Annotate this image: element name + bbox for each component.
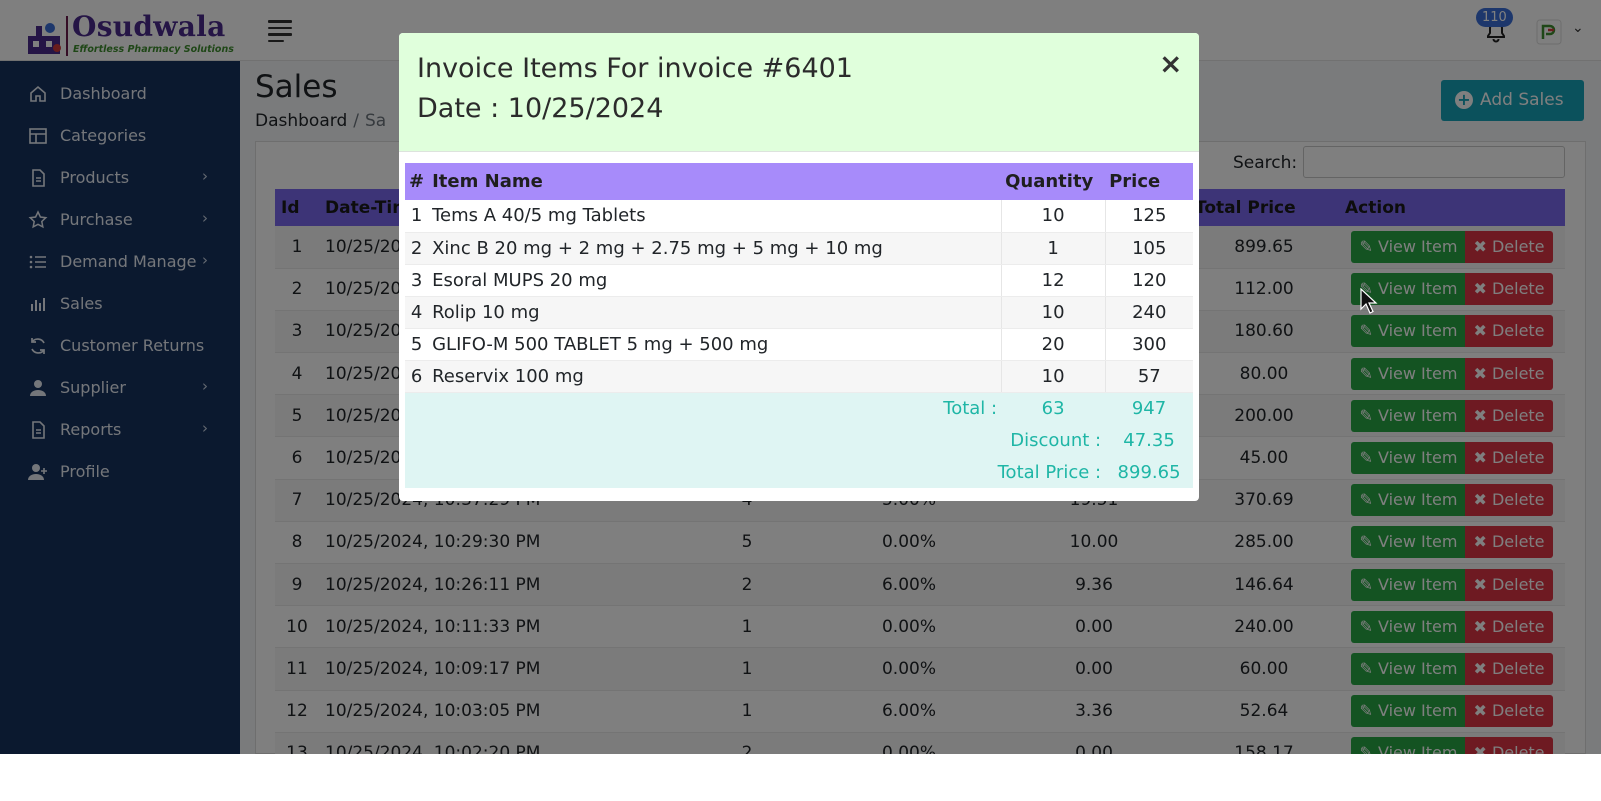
modal-date: Date : 10/25/2024 bbox=[417, 93, 664, 124]
item-number: 4 bbox=[405, 296, 429, 329]
modal-title: Invoice Items For invoice #6401 bbox=[417, 53, 853, 84]
invoice-item-row: 3 Esoral MUPS 20 mg 12 120 bbox=[405, 264, 1193, 297]
invoice-items-body: 1 Tems A 40/5 mg Tablets 10 125 2 Xinc B 20 m… bbox=[405, 200, 1193, 393]
item-name: Xinc B 20 mg + 2 mg + 2.75 mg + 5 mg + 1… bbox=[428, 232, 1002, 265]
item-name: Rolip 10 mg bbox=[428, 296, 1002, 329]
invoice-items-table: # Item Name Quantity Price 1 Tems A 40/5 … bbox=[405, 163, 1193, 488]
item-number: 3 bbox=[405, 264, 429, 297]
item-name: Tems A 40/5 mg Tablets bbox=[428, 200, 1002, 233]
item-number: 6 bbox=[405, 360, 429, 393]
items-header-name: Item Name bbox=[428, 163, 1002, 200]
item-price: 240 bbox=[1104, 296, 1193, 329]
total-price: 947 bbox=[1105, 392, 1193, 424]
mouse-cursor-icon bbox=[1360, 288, 1378, 314]
item-quantity: 20 bbox=[1000, 328, 1106, 361]
item-number: 2 bbox=[405, 232, 429, 265]
grand-total-label: Total Price : bbox=[405, 456, 1106, 488]
discount-value: 47.35 bbox=[1105, 424, 1193, 456]
invoice-item-row: 5 GLIFO-M 500 TABLET 5 mg + 500 mg 20 300 bbox=[405, 328, 1193, 361]
items-header-quantity: Quantity bbox=[1001, 163, 1106, 200]
item-name: Esoral MUPS 20 mg bbox=[428, 264, 1002, 297]
item-quantity: 10 bbox=[1000, 360, 1106, 393]
total-label: Total : bbox=[405, 392, 1002, 424]
item-number: 5 bbox=[405, 328, 429, 361]
items-header-number: # bbox=[405, 163, 429, 200]
invoice-items-modal: Invoice Items For invoice #6401 Date : 1… bbox=[399, 33, 1199, 501]
item-price: 57 bbox=[1104, 360, 1193, 393]
item-number: 1 bbox=[405, 200, 429, 233]
invoice-summary: Total : 63 947 Discount : 47.35 Total Pr… bbox=[405, 392, 1193, 488]
item-quantity: 1 bbox=[1000, 232, 1106, 265]
viewport-bottom bbox=[0, 754, 1601, 801]
item-quantity: 10 bbox=[1000, 200, 1106, 233]
items-header-price: Price bbox=[1105, 163, 1193, 200]
discount-label: Discount : bbox=[405, 424, 1106, 456]
item-price: 125 bbox=[1104, 200, 1193, 233]
close-icon[interactable]: × bbox=[1159, 49, 1182, 79]
total-quantity: 63 bbox=[1001, 392, 1106, 424]
item-price: 120 bbox=[1104, 264, 1193, 297]
summary-grand-total-row: Total Price : 899.65 bbox=[405, 456, 1193, 488]
invoice-item-row: 4 Rolip 10 mg 10 240 bbox=[405, 296, 1193, 329]
item-name: GLIFO-M 500 TABLET 5 mg + 500 mg bbox=[428, 328, 1002, 361]
item-price: 105 bbox=[1104, 232, 1193, 265]
grand-total-value: 899.65 bbox=[1105, 456, 1193, 488]
item-quantity: 10 bbox=[1000, 296, 1106, 329]
items-header-row: # Item Name Quantity Price bbox=[405, 163, 1193, 200]
invoice-item-row: 6 Reservix 100 mg 10 57 bbox=[405, 360, 1193, 393]
invoice-item-row: 2 Xinc B 20 mg + 2 mg + 2.75 mg + 5 mg + … bbox=[405, 232, 1193, 265]
summary-discount-row: Discount : 47.35 bbox=[405, 424, 1193, 456]
modal-header: Invoice Items For invoice #6401 Date : 1… bbox=[399, 33, 1199, 152]
item-quantity: 12 bbox=[1000, 264, 1106, 297]
invoice-item-row: 1 Tems A 40/5 mg Tablets 10 125 bbox=[405, 200, 1193, 233]
item-name: Reservix 100 mg bbox=[428, 360, 1002, 393]
item-price: 300 bbox=[1104, 328, 1193, 361]
summary-total-row: Total : 63 947 bbox=[405, 392, 1193, 424]
